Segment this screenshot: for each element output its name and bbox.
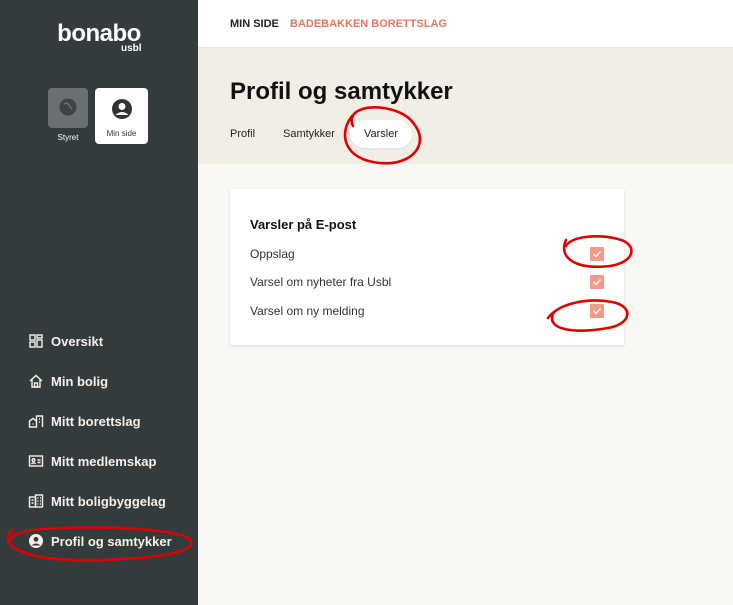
sidebar-item-label: Mitt boligbyggelag xyxy=(51,493,166,509)
sidebar-item-oversikt[interactable]: Oversikt xyxy=(28,330,103,352)
setting-label: Varsel om nyheter fra Usbl xyxy=(250,275,392,289)
sidebar-item-min-bolig[interactable]: Min bolig xyxy=(28,370,108,392)
card-title: Varsler på E-post xyxy=(250,217,357,232)
setting-row-oppslag: Oppslag xyxy=(250,244,604,264)
switch-styret-label: Styret xyxy=(57,133,79,142)
setting-row-nyheter: Varsel om nyheter fra Usbl xyxy=(250,272,604,292)
sidebar-item-mitt-medlemskap[interactable]: Mitt medlemskap xyxy=(28,450,156,472)
notification-card: Varsler på E-post Oppslag Varsel om nyhe… xyxy=(230,189,624,345)
home-icon xyxy=(28,373,44,389)
nyheter-checkbox[interactable] xyxy=(590,275,604,289)
setting-label: Oppslag xyxy=(250,247,295,261)
globe-icon xyxy=(58,97,78,122)
oppslag-checkbox[interactable] xyxy=(590,247,604,261)
buildings-icon xyxy=(28,413,44,429)
sidebar-item-mitt-boligbyggelag[interactable]: Mitt boligbyggelag xyxy=(28,490,166,512)
sidebar-item-label: Min bolig xyxy=(51,373,109,389)
page-header: Profil og samtykker Profil Samtykker Var… xyxy=(198,48,733,164)
check-icon xyxy=(593,279,602,286)
switch-min-side[interactable]: Min side xyxy=(95,88,148,144)
top-bar: MIN SIDE BADEBAKKEN BORETTSLAG xyxy=(198,0,733,48)
breadcrumb-min-side[interactable]: MIN SIDE xyxy=(230,18,279,30)
brand-name: bonabo xyxy=(57,20,141,47)
office-icon xyxy=(28,493,44,509)
page-title: Profil og samtykker xyxy=(230,78,453,105)
sidebar-item-profil-og-samtykker[interactable]: Profil og samtykker xyxy=(28,530,172,552)
setting-row-ny-melding: Varsel om ny melding xyxy=(250,301,604,321)
check-icon xyxy=(593,308,602,315)
tab-profil[interactable]: Profil xyxy=(230,120,255,148)
setting-label: Varsel om ny melding xyxy=(250,304,365,318)
switch-min-side-label: Min side xyxy=(106,129,137,138)
ny-melding-checkbox[interactable] xyxy=(590,304,604,318)
switch-styret[interactable]: Styret xyxy=(48,88,88,142)
user-circle-icon xyxy=(111,98,133,125)
brand-logo[interactable]: bonabo usbl xyxy=(0,20,198,54)
check-icon xyxy=(593,251,602,258)
id-card-icon xyxy=(28,453,44,469)
user-circle-icon xyxy=(28,533,44,549)
sidebar-item-label: Mitt borettslag xyxy=(51,413,141,429)
sidebar-item-label: Profil og samtykker xyxy=(51,533,172,549)
tab-samtykker[interactable]: Samtykker xyxy=(283,120,335,148)
sidebar-item-mitt-borettslag[interactable]: Mitt borettslag xyxy=(28,410,141,432)
grid-icon xyxy=(28,333,44,349)
tab-varsler[interactable]: Varsler xyxy=(350,120,413,148)
sidebar-item-label: Oversikt xyxy=(51,333,104,349)
brand-sub: usbl xyxy=(121,43,142,54)
sidebar-item-label: Mitt medlemskap xyxy=(51,453,157,469)
breadcrumb-borettslag[interactable]: BADEBAKKEN BORETTSLAG xyxy=(290,18,447,30)
sidebar: bonabo usbl Styret Min side Oversikt Min… xyxy=(0,0,198,605)
